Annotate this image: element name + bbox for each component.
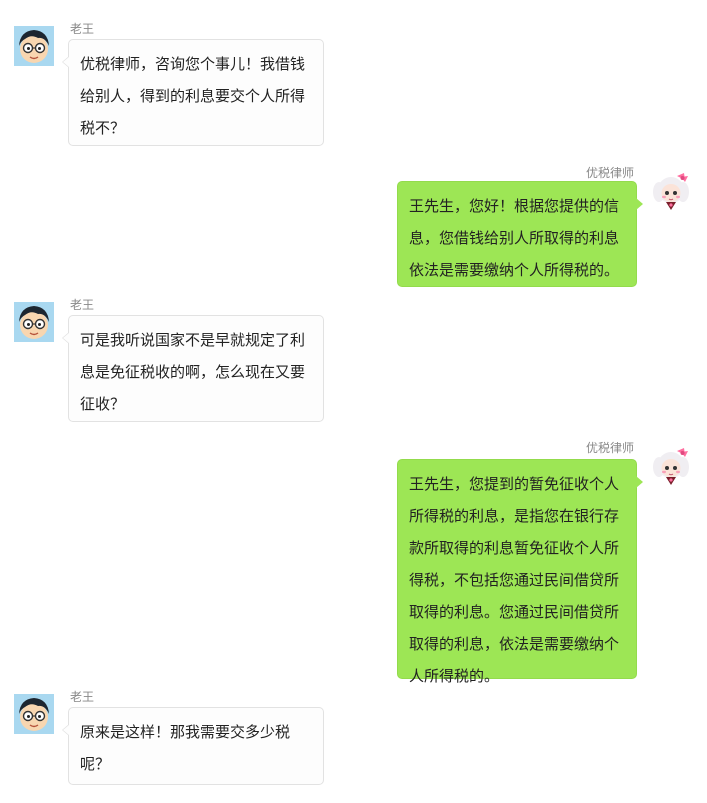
message-text: 优税律师，咨询您个事儿！我借钱给别人，得到的利息要交个人所得税不？ [80,55,306,137]
sender-name: 老王 [70,690,95,704]
message-text: 可是我听说国家不是早就规定了利息是免征税收的啊，怎么现在又要征收？ [80,331,306,413]
bubble-tail [62,724,69,736]
girl-with-pink-bow-avatar-icon [651,445,691,485]
sender-name: 老王 [70,298,95,312]
message-text: 原来是这样！那我需要交多少税呢？ [80,723,291,773]
message-bubble: 王先生，您好！根据您提供的信息，您借钱给别人所取得的利息依法是需要缴纳个人所得税… [397,181,643,287]
sender-name: 老王 [70,22,95,36]
girl-with-pink-bow-avatar-icon [651,170,691,210]
boy-with-glasses-avatar-icon [14,694,54,734]
sender-name: 优税律师 [586,441,635,455]
message-bubble: 可是我听说国家不是早就规定了利息是免征税收的啊，怎么现在又要征收？ [62,315,324,422]
bubble-tail [636,476,643,488]
boy-with-glasses-avatar-icon [14,302,54,342]
message-bubble: 原来是这样！那我需要交多少税呢？ [62,707,324,785]
message-bubble: 王先生，您提到的暂免征收个人所得税的利息，是指您在银行存款所取得的利息暂免征收个… [397,459,643,685]
message-bubble: 优税律师，咨询您个事儿！我借钱给别人，得到的利息要交个人所得税不？ [62,39,324,146]
message-text: 王先生，您提到的暂免征收个人所得税的利息，是指您在银行存款所取得的利息暂免征收个… [409,475,620,685]
bubble-tail [636,198,643,210]
bubble-tail [62,56,69,68]
sender-name: 优税律师 [586,166,635,180]
message-text: 王先生，您好！根据您提供的信息，您借钱给别人所取得的利息依法是需要缴纳个人所得税… [409,197,620,279]
boy-with-glasses-avatar-icon [14,26,54,66]
bubble-tail [62,332,69,344]
